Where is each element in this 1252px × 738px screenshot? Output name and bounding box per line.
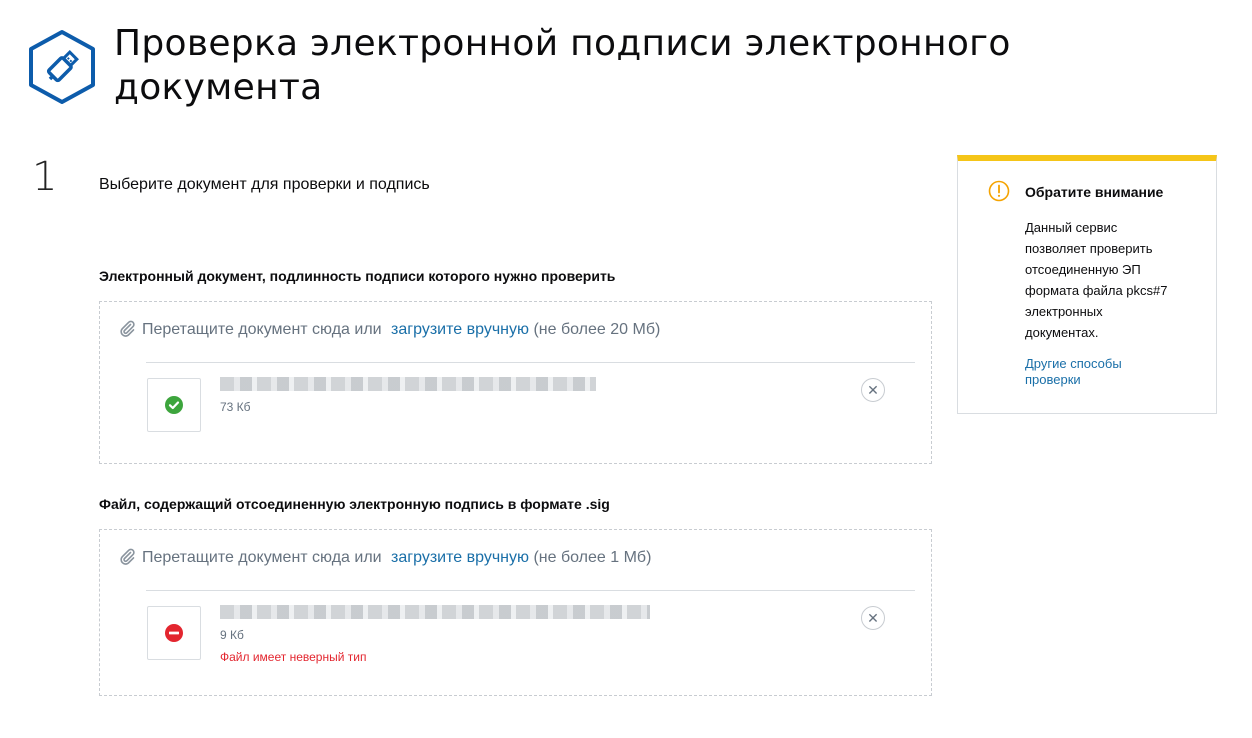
paperclip-icon: [120, 320, 135, 337]
divider: [146, 590, 915, 591]
drop-text: Перетащите документ сюда или: [142, 549, 382, 566]
file-size: 73 Кб: [220, 400, 251, 414]
notice-panel: Обратите внимание Данный сервис позволяе…: [957, 155, 1217, 414]
drop-text: Перетащите документ сюда или: [142, 321, 382, 338]
size-limit: (не более 20 Мб): [533, 321, 661, 338]
signature-dropzone[interactable]: Перетащите документ сюда или загрузите в…: [99, 529, 932, 696]
usb-key-icon: [29, 30, 95, 104]
file-error-message: Файл имеет неверный тип: [220, 650, 367, 664]
page-title: Проверка электронной подписи электронног…: [114, 23, 1011, 108]
signature-drop-row: Перетащите документ сюда или загрузите в…: [118, 547, 651, 567]
notice-title: Обратите внимание: [1025, 184, 1164, 200]
document-dropzone[interactable]: Перетащите документ сюда или загрузите в…: [99, 301, 932, 464]
no-entry-icon: [165, 624, 183, 642]
size-limit: (не более 1 Мб): [533, 549, 652, 566]
document-section-label: Электронный документ, подлинность подпис…: [99, 268, 616, 284]
exclamation-circle-icon: [988, 180, 1010, 202]
other-methods-link[interactable]: Другие способы проверки: [1025, 356, 1175, 388]
notice-text: Данный сервис позволяет проверить отсоед…: [1025, 220, 1168, 340]
step-title: Выберите документ для проверки и подпись: [99, 176, 430, 193]
check-circle-icon: [165, 396, 183, 414]
remove-file-button[interactable]: ✕: [861, 378, 885, 402]
divider: [146, 362, 915, 363]
close-icon: ✕: [867, 382, 879, 398]
upload-manually-link[interactable]: загрузите вручную: [391, 549, 529, 566]
paperclip-icon: [120, 548, 135, 565]
file-size: 9 Кб: [220, 628, 244, 642]
remove-file-button[interactable]: ✕: [861, 606, 885, 630]
file-status-box: [147, 606, 201, 660]
file-status-box: [147, 378, 201, 432]
file-name: [220, 605, 650, 619]
document-drop-row: Перетащите документ сюда или загрузите в…: [118, 319, 660, 339]
upload-manually-link[interactable]: загрузите вручную: [391, 321, 529, 338]
close-icon: ✕: [867, 610, 879, 626]
signature-section-label: Файл, содержащий отсоединенную электронн…: [99, 496, 610, 512]
file-name: [220, 377, 596, 391]
step-number: 1: [32, 154, 58, 200]
